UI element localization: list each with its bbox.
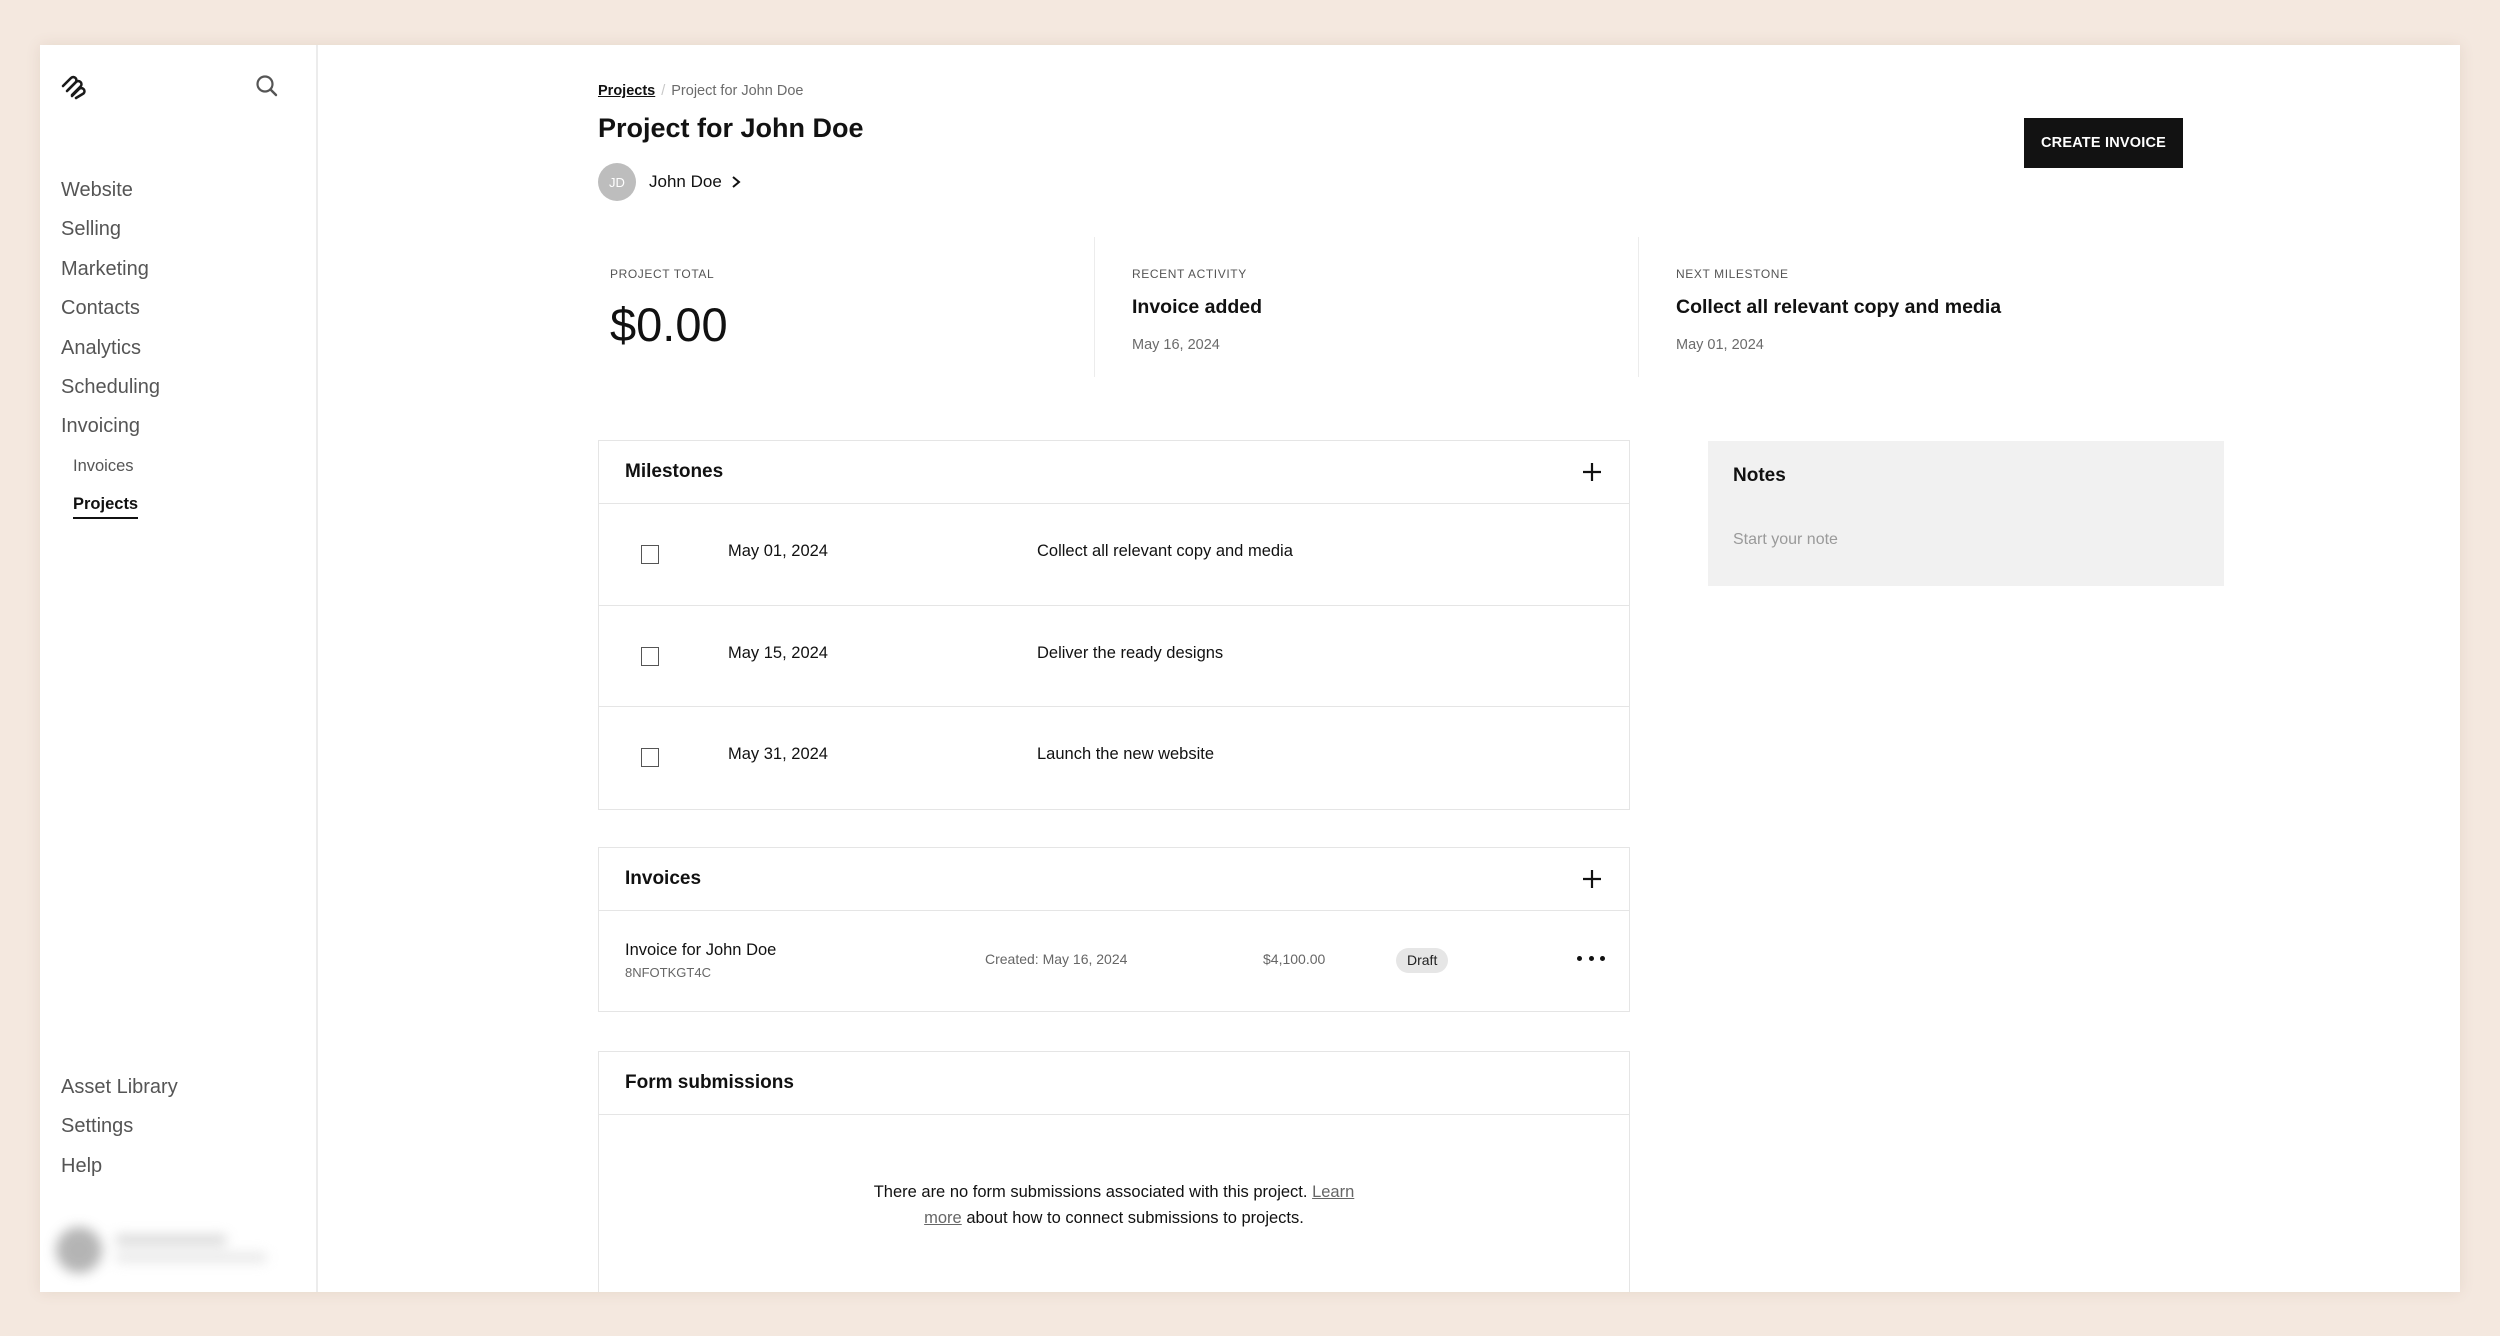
status-badge: Draft bbox=[1396, 948, 1449, 973]
next-milestone-date: May 01, 2024 bbox=[1676, 337, 1764, 353]
chevron-right-icon bbox=[732, 176, 741, 188]
add-milestone-icon[interactable] bbox=[1581, 461, 1603, 483]
empty-state-text: There are no form submissions associated… bbox=[599, 1179, 1629, 1231]
stat-project-total: PROJECT TOTAL $0.00 bbox=[610, 237, 1090, 377]
project-stats: PROJECT TOTAL $0.00 RECENT ACTIVITY Invo… bbox=[598, 237, 2188, 377]
account-avatar bbox=[56, 1227, 102, 1273]
more-options-icon[interactable] bbox=[1577, 949, 1605, 967]
search-icon[interactable] bbox=[254, 73, 280, 99]
milestones-title: Milestones bbox=[625, 461, 724, 482]
empty-text-part: There are no form submissions associated… bbox=[873, 1183, 1308, 1201]
sidebar-item-selling[interactable]: Selling bbox=[61, 210, 160, 249]
main-nav: Website Selling Marketing Contacts Analy… bbox=[61, 171, 160, 524]
add-invoice-icon[interactable] bbox=[1581, 868, 1603, 890]
sidebar-subitem-projects[interactable]: Projects bbox=[73, 485, 160, 524]
account-menu[interactable] bbox=[56, 1225, 286, 1275]
form-submissions-empty-state: There are no form submissions associated… bbox=[599, 1115, 1629, 1292]
empty-text-part: about how to connect submissions to proj… bbox=[966, 1209, 1304, 1227]
sidebar-item-marketing[interactable]: Marketing bbox=[61, 250, 160, 289]
sidebar-item-help[interactable]: Help bbox=[61, 1147, 178, 1186]
form-submissions-title: Form submissions bbox=[625, 1072, 794, 1093]
stat-label: PROJECT TOTAL bbox=[610, 267, 715, 281]
breadcrumb-separator: / bbox=[661, 83, 666, 99]
squarespace-logo-icon[interactable] bbox=[59, 72, 89, 102]
milestone-row: May 31, 2024 Launch the new website bbox=[599, 707, 1629, 809]
invoice-created-date: Created: May 16, 2024 bbox=[985, 951, 1128, 967]
sidebar-item-scheduling[interactable]: Scheduling bbox=[61, 368, 160, 407]
stat-label: NEXT MILESTONE bbox=[1676, 267, 1789, 281]
milestone-row: May 15, 2024 Deliver the ready designs bbox=[599, 606, 1629, 707]
milestone-text[interactable]: Deliver the ready designs bbox=[1037, 644, 1223, 663]
milestone-date: May 31, 2024 bbox=[728, 745, 828, 763]
invoices-card: Invoices Invoice for John Doe 8NFOTKGT4C… bbox=[598, 847, 1630, 1012]
sidebar-item-website[interactable]: Website bbox=[61, 171, 160, 210]
stat-label: RECENT ACTIVITY bbox=[1132, 267, 1247, 281]
client-name: John Doe bbox=[649, 172, 722, 191]
recent-activity-date: May 16, 2024 bbox=[1132, 337, 1220, 353]
notes-panel: Notes bbox=[1708, 441, 2224, 586]
sidebar-subitem-label: Projects bbox=[73, 495, 139, 520]
project-total-value: $0.00 bbox=[610, 298, 728, 351]
stat-next-milestone: NEXT MILESTONE Collect all relevant copy… bbox=[1638, 237, 2178, 377]
main-content: Projects / Project for John Doe Project fo… bbox=[598, 45, 2228, 1292]
bottom-nav: Asset Library Settings Help bbox=[61, 1068, 178, 1186]
invoice-amount: $4,100.00 bbox=[1263, 951, 1326, 967]
invoice-row[interactable]: Invoice for John Doe 8NFOTKGT4C Created:… bbox=[599, 911, 1629, 1011]
milestone-date: May 15, 2024 bbox=[728, 643, 828, 662]
milestone-checkbox[interactable] bbox=[641, 545, 659, 564]
sidebar-subitem-label: Invoices bbox=[73, 456, 134, 475]
milestone-date: May 01, 2024 bbox=[728, 542, 828, 560]
notes-title: Notes bbox=[1733, 465, 1786, 486]
milestones-header: Milestones bbox=[599, 441, 1629, 504]
breadcrumb-projects-link[interactable]: Projects bbox=[598, 83, 655, 99]
next-milestone-title: Collect all relevant copy and media bbox=[1676, 296, 2002, 318]
learn-more-link[interactable]: Learn bbox=[1312, 1183, 1354, 1201]
milestone-row: May 01, 2024 Collect all relevant copy a… bbox=[599, 504, 1629, 606]
invoices-header: Invoices bbox=[599, 848, 1629, 911]
account-email-redacted bbox=[116, 1253, 266, 1262]
breadcrumb: Projects / Project for John Doe bbox=[598, 83, 803, 99]
sidebar-item-analytics[interactable]: Analytics bbox=[61, 329, 160, 368]
sidebar-subitem-invoices[interactable]: Invoices bbox=[73, 447, 160, 486]
invoice-id: 8NFOTKGT4C bbox=[625, 965, 711, 980]
invoices-title: Invoices bbox=[625, 868, 702, 889]
notes-input[interactable] bbox=[1733, 525, 2203, 555]
create-invoice-button[interactable]: CREATE INVOICE bbox=[2024, 118, 2183, 168]
sidebar-item-asset-library[interactable]: Asset Library bbox=[61, 1068, 178, 1107]
sidebar-item-settings[interactable]: Settings bbox=[61, 1107, 178, 1146]
sidebar: Website Selling Marketing Contacts Analy… bbox=[40, 45, 318, 1292]
form-submissions-header: Form submissions bbox=[599, 1052, 1629, 1115]
sidebar-item-contacts[interactable]: Contacts bbox=[61, 289, 160, 328]
client-link[interactable]: JD John Doe bbox=[598, 163, 742, 201]
learn-more-link[interactable]: more bbox=[924, 1209, 962, 1227]
milestone-checkbox[interactable] bbox=[641, 646, 659, 666]
sidebar-item-invoicing[interactable]: Invoicing bbox=[61, 407, 160, 446]
client-avatar: JD bbox=[598, 163, 636, 201]
app-window: Website Selling Marketing Contacts Analy… bbox=[40, 45, 2460, 1292]
milestones-card: Milestones May 01, 2024 Collect all rele… bbox=[598, 440, 1630, 810]
page-title: Project for John Doe bbox=[598, 113, 864, 143]
breadcrumb-current: Project for John Doe bbox=[671, 83, 804, 99]
milestone-checkbox[interactable] bbox=[641, 748, 659, 767]
form-submissions-card: Form submissions There are no form submi… bbox=[598, 1051, 1630, 1292]
milestone-text[interactable]: Launch the new website bbox=[1037, 745, 1214, 764]
recent-activity-title: Invoice added bbox=[1132, 296, 1263, 318]
invoice-name[interactable]: Invoice for John Doe bbox=[625, 941, 776, 960]
stat-recent-activity: RECENT ACTIVITY Invoice added May 16, 20… bbox=[1094, 237, 1638, 377]
account-name-redacted bbox=[116, 1235, 226, 1245]
milestone-text[interactable]: Collect all relevant copy and media bbox=[1037, 542, 1293, 561]
